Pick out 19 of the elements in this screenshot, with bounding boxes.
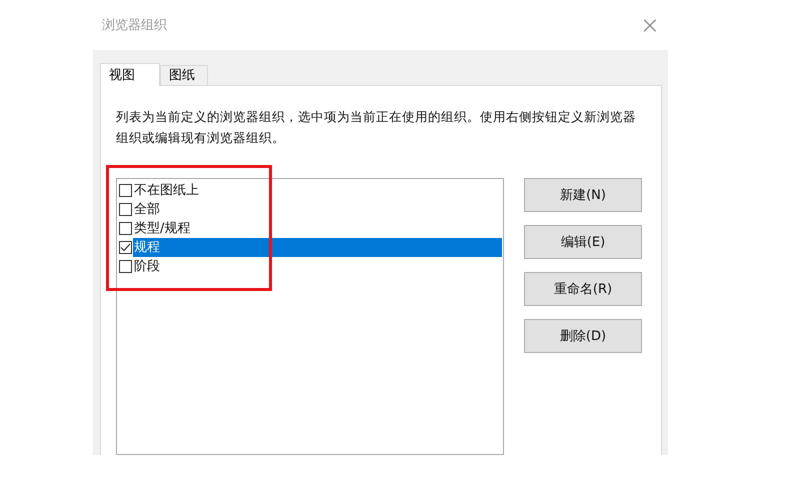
close-icon[interactable]: ×: [640, 13, 660, 37]
description-text: 列表为当前定义的浏览器组织，选中项为当前正在使用的组织。使用右侧按钮定义新浏览器组织或编辑现有浏览器组织。: [116, 108, 637, 147]
list-item[interactable]: 阶段: [133, 257, 502, 276]
list-item[interactable]: 规程: [133, 238, 502, 257]
dialog-button[interactable]: 新建(N): [524, 178, 642, 212]
window-title: 浏览器组织: [102, 17, 167, 34]
dialog-button[interactable]: 删除(D): [524, 319, 642, 353]
tab[interactable]: 图纸: [160, 65, 208, 85]
list-item[interactable]: 全部: [133, 200, 502, 219]
checkbox[interactable]: [119, 203, 132, 216]
checkbox[interactable]: [119, 184, 132, 197]
list-item[interactable]: 类型/规程: [133, 219, 502, 238]
checkbox[interactable]: [119, 241, 132, 254]
dialog-button[interactable]: 编辑(E): [524, 225, 642, 259]
checkbox[interactable]: [119, 260, 132, 273]
list-item[interactable]: 不在图纸上: [133, 181, 502, 200]
tab[interactable]: 视图: [100, 63, 160, 86]
checkbox[interactable]: [119, 222, 132, 235]
dialog-button[interactable]: 重命名(R): [524, 272, 642, 306]
